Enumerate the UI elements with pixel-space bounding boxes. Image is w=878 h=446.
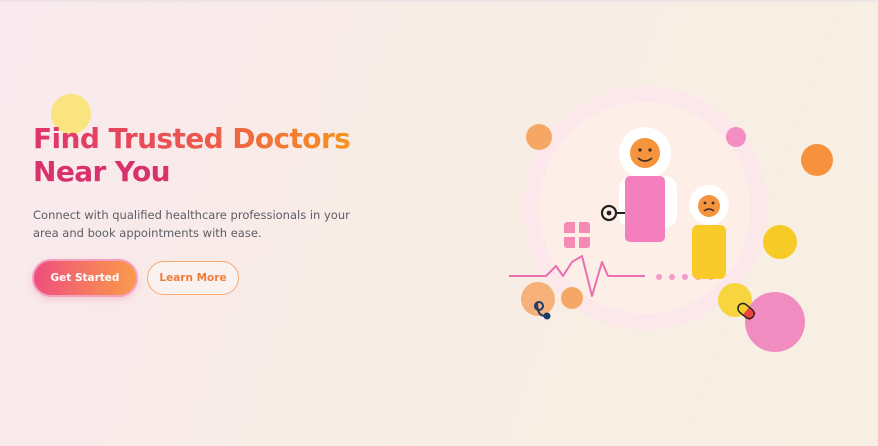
- decor-orange-dot-right: [801, 144, 833, 176]
- learn-more-button[interactable]: Learn More: [147, 261, 239, 295]
- decor-yellow-dot-right: [763, 225, 797, 259]
- decor-pink-big-dot: [745, 292, 805, 352]
- hero-headline: Find Trusted Doctors Near You: [33, 122, 393, 188]
- headline-line-1: Find Trusted Doctors: [33, 122, 351, 155]
- hero-description: Connect with qualified healthcare profes…: [33, 208, 350, 240]
- cta-buttons: Get Started Learn More: [32, 259, 239, 297]
- get-started-button[interactable]: Get Started: [32, 259, 138, 297]
- sad-patient-icon: [689, 185, 729, 279]
- header-shadow: [0, 0, 878, 3]
- headline-line-2: Near You: [33, 155, 171, 188]
- hero-illustration: [509, 86, 833, 352]
- decor-pink-dot: [726, 127, 746, 147]
- decor-orange-dot: [526, 124, 552, 150]
- hero-section: Find Trusted Doctors Near You Connect wi…: [33, 122, 393, 242]
- medical-cross-icon: [564, 222, 590, 248]
- decor-orange-dot-small: [561, 287, 583, 309]
